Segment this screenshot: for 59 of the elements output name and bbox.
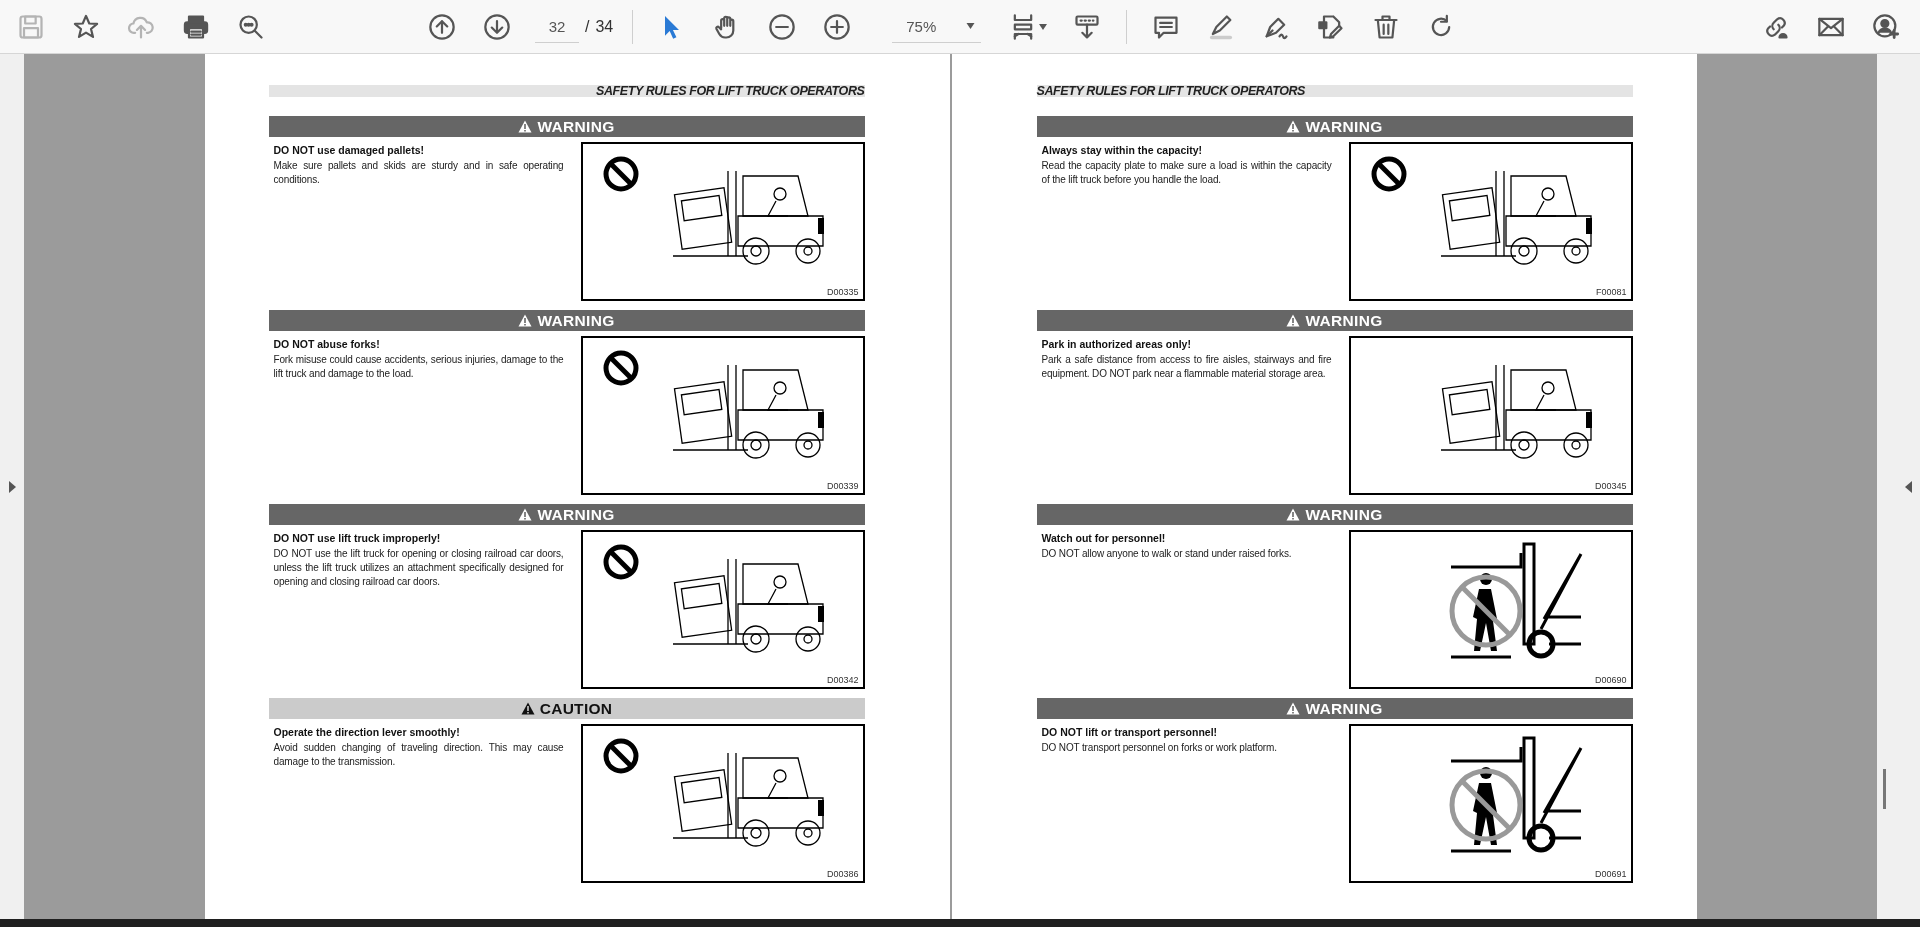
banner-label: WARNING bbox=[537, 505, 615, 524]
right-triangle-icon[interactable] bbox=[8, 480, 16, 493]
figure-code: D00342 bbox=[826, 675, 860, 687]
banner-label: WARNING bbox=[537, 311, 615, 330]
page-number-field[interactable]: 32 bbox=[535, 10, 579, 43]
banner-label: WARNING bbox=[1305, 505, 1383, 524]
search-icon bbox=[237, 12, 265, 41]
figure-code: D00690 bbox=[1594, 675, 1628, 687]
figure-code: D00345 bbox=[1594, 481, 1628, 493]
page-count: 34 bbox=[595, 17, 614, 36]
banner-label: WARNING bbox=[1305, 311, 1383, 330]
rule-title: DO NOT lift or transport personnel! bbox=[1041, 726, 1219, 738]
rule-text: DO NOT transport personnel on forks or work platform. bbox=[1041, 741, 1278, 755]
banner-label: WARNING bbox=[1305, 699, 1383, 718]
figure-code: D00339 bbox=[826, 481, 860, 493]
rule-text: Avoid sudden changing of traveling direction. This may cause damage to the transmission. bbox=[273, 741, 564, 769]
scrollbar-thumb[interactable] bbox=[1883, 769, 1886, 809]
banner-label: WARNING bbox=[537, 117, 615, 136]
warning-triangle-icon bbox=[1286, 508, 1301, 521]
rule-text: Read the capacity plate to make sure a load is within the capacity of the lift truck before you handle the load. bbox=[1041, 159, 1332, 187]
printer-icon bbox=[182, 12, 210, 41]
rule-title: Always stay within the capacity! bbox=[1041, 144, 1203, 156]
left-triangle-icon[interactable] bbox=[1904, 480, 1913, 493]
running-header: SAFETY RULES FOR LIFT TRUCK OPERATORS bbox=[268, 85, 865, 97]
rule-text: Make sure pallets and skids are sturdy and in safe operating conditions. bbox=[273, 159, 564, 187]
rule-title: DO NOT abuse forks! bbox=[273, 338, 381, 350]
warning-triangle-icon bbox=[1286, 314, 1301, 327]
rule-text: DO NOT allow anyone to walk or stand under raised forks. bbox=[1041, 547, 1293, 561]
warning-triangle-icon bbox=[1286, 120, 1301, 133]
rule-text: Park a safe distance from access to fire aisles, stairways and fire equipment. DO NOT park near a flammable material storage area. bbox=[1041, 353, 1332, 381]
tray-down-arrow-icon bbox=[1073, 12, 1102, 41]
figure-code: D00386 bbox=[826, 869, 860, 881]
minus-circle-icon bbox=[768, 12, 797, 41]
warning-triangle-icon bbox=[1286, 702, 1301, 715]
rule-title: Operate the direction lever smoothly! bbox=[273, 726, 461, 738]
rule-text: DO NOT use the lift truck for opening or closing railroad car doors, unless the lift truck utilizes an attachment specifically designed for opening and closing railroad car doors. bbox=[273, 547, 564, 589]
banner-label: WARNING bbox=[1305, 117, 1383, 136]
rule-text: Fork misuse could cause accidents, serious injuries, damage to the lift truck and damage to the load. bbox=[273, 353, 564, 381]
warning-triangle-icon bbox=[518, 508, 533, 521]
rule-title: DO NOT use lift truck improperly! bbox=[273, 532, 442, 544]
banner-label: CAUTION bbox=[539, 699, 613, 718]
rule-title: Park in authorized areas only! bbox=[1041, 338, 1192, 350]
page-separator: / bbox=[585, 17, 590, 36]
star-icon bbox=[72, 12, 100, 41]
caret-icon bbox=[966, 23, 976, 29]
zoom-field[interactable]: 75% bbox=[892, 10, 982, 43]
warning-triangle-icon bbox=[520, 702, 535, 715]
figure-code: F00081 bbox=[1595, 287, 1628, 299]
running-header: SAFETY RULES FOR LIFT TRUCK OPERATORS bbox=[1036, 85, 1633, 97]
figure-code: D00691 bbox=[1594, 869, 1628, 881]
warning-triangle-icon bbox=[518, 120, 533, 133]
plus-circle-icon bbox=[823, 12, 852, 41]
caret-icon bbox=[1039, 23, 1048, 30]
rule-title: Watch out for personnel! bbox=[1041, 532, 1167, 544]
rule-title: DO NOT use damaged pallets! bbox=[273, 144, 426, 156]
figure-code: D00335 bbox=[826, 287, 860, 299]
user-plus-icon bbox=[1872, 12, 1900, 41]
warning-triangle-icon bbox=[518, 314, 533, 327]
document-pencil-icon bbox=[1317, 12, 1346, 41]
